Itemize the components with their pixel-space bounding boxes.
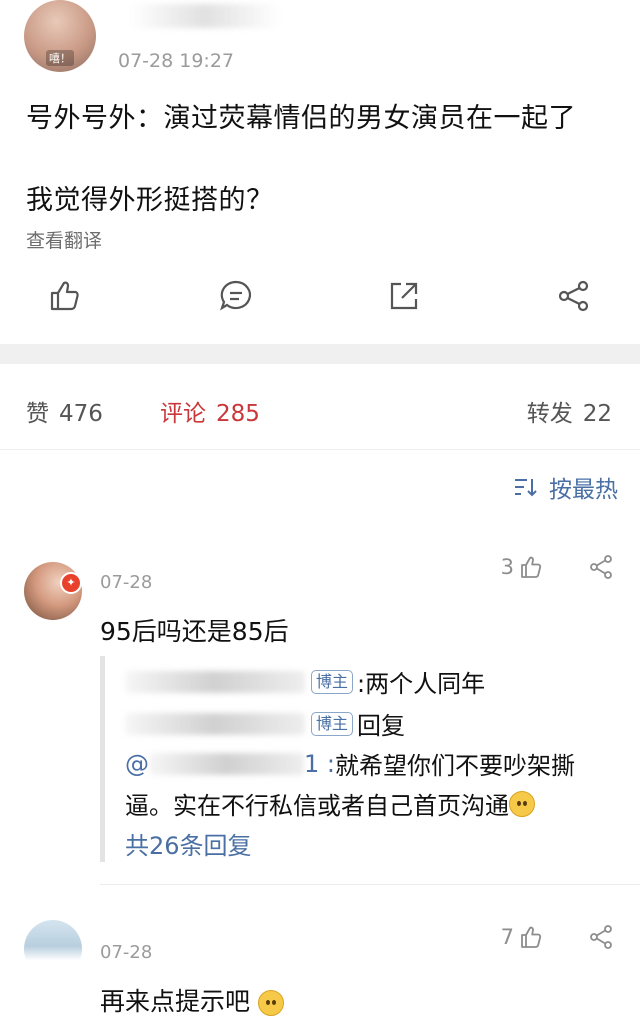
- reply-author-blurred: [125, 712, 305, 735]
- author-name-blurred: [130, 4, 280, 28]
- tab-likes[interactable]: 赞 476: [26, 394, 103, 428]
- comment-date: 07-28: [100, 572, 153, 593]
- mention-prefix: @: [125, 749, 149, 778]
- thumbs-up-icon[interactable]: [46, 278, 82, 314]
- reply-text: 回复: [357, 712, 406, 740]
- share-nodes-icon[interactable]: [556, 278, 592, 314]
- post-time: 07-28 19:27: [118, 50, 235, 72]
- tab-reposts[interactable]: 转发 22: [527, 394, 612, 428]
- sort-icon: [515, 479, 537, 497]
- comments-label: 评论: [160, 401, 206, 427]
- post-body-line-2: 我觉得外形挺搭的？: [26, 185, 274, 216]
- avatar-mark: 嘻！: [46, 50, 74, 66]
- reposts-label: 转发: [526, 401, 573, 427]
- likes-label: 赞: [26, 401, 49, 427]
- reply-item: @ 1 : 就希望你们不要吵架撕: [125, 746, 575, 781]
- worried-face-emoji-icon: [509, 790, 535, 817]
- author-avatar[interactable]: 嘻！: [24, 0, 96, 72]
- reposts-count: 22: [582, 401, 612, 427]
- sort-label: 按最热: [549, 477, 618, 503]
- repost-icon[interactable]: [386, 278, 422, 314]
- tab-comments[interactable]: 评论 285: [160, 394, 260, 428]
- reply-item: 博主 :两个人同年: [125, 664, 485, 699]
- section-divider: [0, 344, 640, 364]
- mention-name-blurred: [149, 752, 304, 775]
- reply-text-continued: 逼。实在不行私信或者自己首页沟通: [125, 792, 509, 820]
- post-body-line-1: 号外号外：演过荧幕情侣的男女演员在一起了: [26, 103, 576, 134]
- comment-bubble-icon[interactable]: [218, 278, 254, 314]
- smiling-face-emoji-icon: [257, 990, 284, 1016]
- reply-item: 博主 回复: [125, 706, 405, 741]
- share-nodes-icon[interactable]: [588, 924, 614, 950]
- thumbs-up-icon: [521, 926, 542, 948]
- reply-text: :两个人同年: [357, 670, 486, 698]
- reply-thread[interactable]: 博主 :两个人同年 博主 回复 @ 1 : 就希望你们不要吵架撕 逼。实在不行私…: [100, 656, 620, 862]
- reply-text: 就希望你们不要吵架撕: [334, 752, 575, 780]
- mention-suffix: 1 :: [304, 749, 335, 778]
- comment-like-button[interactable]: 7: [501, 924, 544, 950]
- likes-count: 476: [59, 401, 103, 427]
- view-all-replies-link[interactable]: 共26条回复: [125, 826, 252, 861]
- stats-bar: 赞 476 评论 285 转发 22: [0, 364, 640, 450]
- comment-text-row: 再来点提示吧: [100, 982, 284, 1018]
- comment-like-count: 3: [500, 555, 514, 579]
- comment-text: 95后吗还是85后: [100, 617, 289, 646]
- translate-link[interactable]: 查看翻译: [26, 226, 102, 253]
- comment-like-count: 7: [500, 925, 514, 949]
- reply-item-continued: 逼。实在不行私信或者自己首页沟通: [125, 786, 535, 821]
- verified-badge-icon: ✦: [60, 572, 82, 594]
- comment-divider: [100, 884, 640, 885]
- reply-author-blurred: [125, 670, 305, 693]
- comment-text: 再来点提示吧: [100, 987, 251, 1016]
- comments-count: 285: [216, 401, 260, 427]
- post-action-bar: [0, 272, 640, 324]
- sort-button[interactable]: 按最热: [513, 470, 618, 504]
- author-tag: 博主: [311, 711, 354, 736]
- commenter-avatar[interactable]: [24, 920, 82, 978]
- comment-like-button[interactable]: 3: [501, 554, 544, 580]
- author-tag: 博主: [311, 669, 354, 694]
- thumbs-up-icon: [521, 556, 542, 578]
- post-header: 嘻！ 07-28 19:27: [0, 0, 640, 80]
- comment-date: 07-28: [100, 942, 153, 963]
- share-nodes-icon[interactable]: [588, 554, 614, 580]
